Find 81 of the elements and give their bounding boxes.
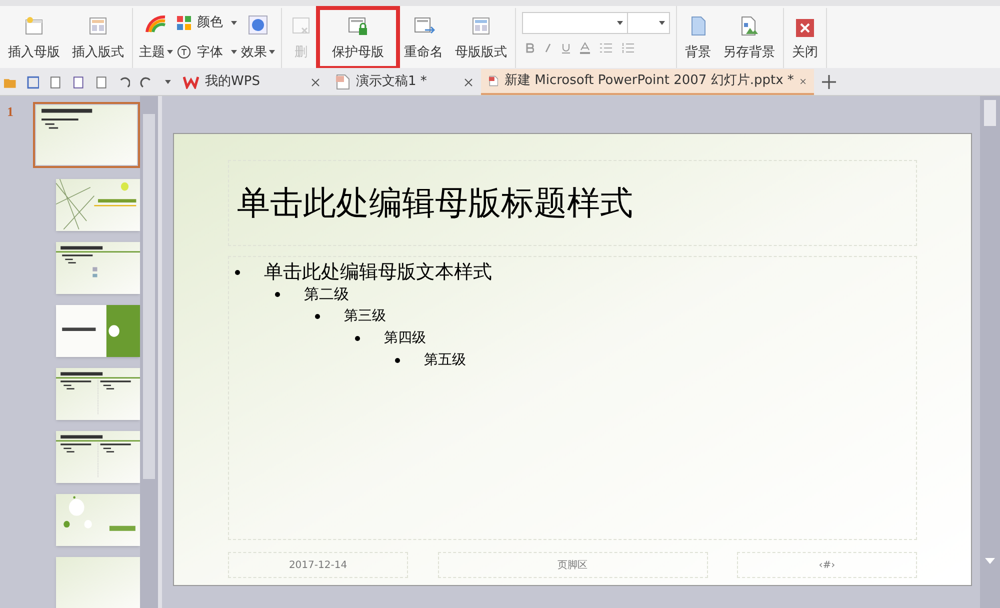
tab-label: 新建 Microsoft PowerPoint 2007 幻灯片.pptx * <box>504 72 794 90</box>
ribbon-button[interactable]: 保护母版 <box>318 8 398 68</box>
slide-thumbnail[interactable] <box>56 557 140 608</box>
ribbon-button[interactable]: 效果 <box>241 8 275 68</box>
slide-number-field[interactable]: ‹#› <box>737 552 917 578</box>
slide-thumbnail[interactable] <box>56 179 140 231</box>
italic-icon[interactable] <box>544 43 552 53</box>
font-size-field[interactable] <box>628 12 670 34</box>
bullet-icon <box>355 336 360 340</box>
bullet-list-icon[interactable] <box>600 43 612 53</box>
save-icon[interactable] <box>26 76 40 88</box>
scroll-thumb[interactable] <box>143 114 155 479</box>
rename-icon <box>412 14 434 36</box>
date-field[interactable]: 2017-12-14 <box>228 552 408 578</box>
bullet-icon <box>275 292 280 296</box>
wps-logo-icon <box>183 75 199 89</box>
scrollbar[interactable] <box>140 96 158 608</box>
slide-delete-icon <box>290 14 312 36</box>
body-text: 第四级 <box>384 329 426 348</box>
rainbow-icon <box>145 12 167 34</box>
ribbon-button[interactable]: 插入母版 <box>2 8 66 68</box>
slide-thumbnail[interactable] <box>56 494 140 546</box>
caret-icon <box>269 50 275 54</box>
caret-icon <box>659 21 665 25</box>
ribbon-button[interactable]: 重命名 <box>398 8 449 68</box>
close-icon[interactable] <box>311 78 320 86</box>
slide-thumbnail[interactable] <box>56 368 140 420</box>
layout-icon <box>470 14 492 36</box>
layout-icon <box>87 14 109 36</box>
slide-number: 1 <box>7 103 14 121</box>
close-icon[interactable] <box>800 76 806 86</box>
ribbon-button[interactable]: 母版版式 <box>449 8 513 68</box>
ribbon-button[interactable]: 插入版式 <box>66 8 130 68</box>
ribbon-button[interactable]: 关闭 <box>786 8 824 68</box>
body-text: 单击此处编辑母版文本样式 <box>264 261 492 283</box>
scroll-down-icon[interactable] <box>985 558 995 564</box>
caret-icon <box>231 20 237 25</box>
scroll-thumb[interactable] <box>984 100 996 126</box>
bullet-icon <box>235 270 240 274</box>
bold-icon[interactable] <box>526 43 534 53</box>
add-tab-icon[interactable] <box>822 75 836 89</box>
slide-thumbnail[interactable] <box>56 431 140 483</box>
caret-icon <box>165 80 172 84</box>
scrollbar[interactable] <box>980 96 1000 608</box>
slide-thumbnail[interactable] <box>56 242 140 294</box>
document-tab[interactable]: 我的WPS <box>175 69 328 95</box>
body-text: 第三级 <box>344 307 386 326</box>
presentation-file-icon <box>336 74 350 90</box>
tab-label: 我的WPS <box>205 73 261 92</box>
close-icon[interactable] <box>464 78 473 86</box>
ribbon-button[interactable]: 字体 <box>177 42 237 62</box>
ribbon-button[interactable]: 主题 <box>139 8 173 68</box>
body-text: 第五级 <box>424 351 466 370</box>
font-circle-icon <box>177 45 191 60</box>
footer-field[interactable]: 页脚区 <box>438 552 708 578</box>
tab-label: 演示文稿1 * <box>356 73 428 92</box>
numbered-list-icon[interactable] <box>622 43 634 53</box>
circle-effect-icon <box>248 14 268 34</box>
slide-star-icon <box>23 14 45 36</box>
bullet-icon <box>395 358 400 362</box>
slide-thumbnail[interactable] <box>56 305 140 357</box>
slide-title: 单击此处编辑母版标题样式 <box>237 182 633 224</box>
document-tab[interactable]: 演示文稿1 * <box>328 69 481 95</box>
caret-icon <box>167 50 173 54</box>
underline-icon[interactable] <box>562 42 570 54</box>
ribbon-button[interactable]: 颜色 <box>177 13 237 32</box>
caret-icon <box>231 50 237 54</box>
slide-lock-icon <box>347 14 369 36</box>
color-grid-icon <box>177 16 191 30</box>
body-text: 第二级 <box>304 284 349 305</box>
font-color-icon[interactable] <box>580 42 590 54</box>
caret-icon <box>617 21 623 25</box>
ribbon-button[interactable]: 背景 <box>679 8 717 68</box>
document-tab[interactable]: 新建 Microsoft PowerPoint 2007 幻灯片.pptx * <box>481 69 814 95</box>
slide-thumbnail[interactable] <box>32 102 140 168</box>
font-name-field[interactable] <box>522 12 628 34</box>
close-icon <box>796 18 814 36</box>
bullet-icon <box>315 314 320 318</box>
undo-icon[interactable] <box>118 76 130 88</box>
ribbon-button[interactable]: 另存背景 <box>717 8 781 68</box>
presentation-file-icon <box>489 73 498 89</box>
